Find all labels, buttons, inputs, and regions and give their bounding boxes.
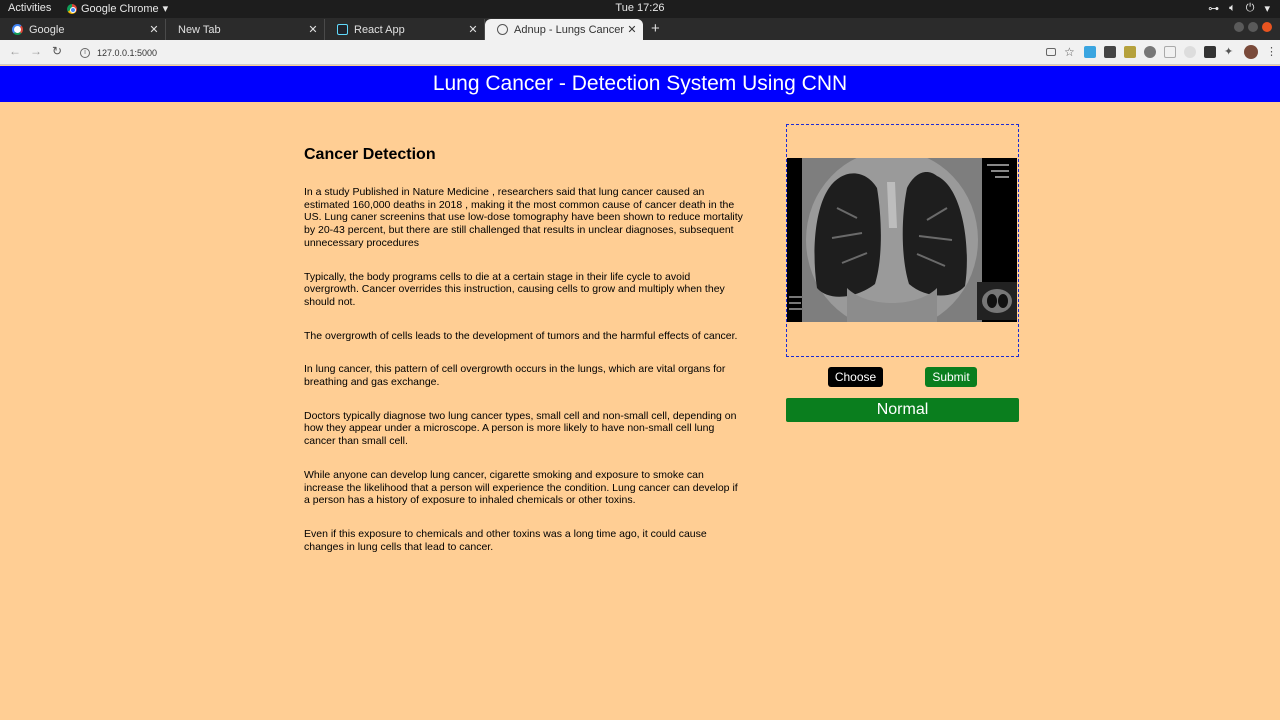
article-heading: Cancer Detection bbox=[304, 146, 436, 163]
reload-icon[interactable]: ↻ bbox=[52, 44, 62, 58]
article-paragraph: Even if this exposure to chemicals and o… bbox=[304, 527, 707, 553]
clock[interactable]: Tue 17:26 bbox=[0, 2, 1280, 14]
page-title: Lung Cancer - Detection System Using CNN bbox=[0, 66, 1280, 102]
close-icon[interactable]: ✕ bbox=[625, 23, 639, 36]
activities-button[interactable]: Activities bbox=[8, 2, 51, 14]
browser-toolbar: ← → ↻ i 127.0.0.1:5000 ☆ ✦ ⋮ bbox=[0, 40, 1280, 65]
article: Cancer Detection In a study Published in… bbox=[304, 144, 744, 574]
close-icon[interactable]: ✕ bbox=[466, 23, 480, 36]
extension-cube-icon[interactable] bbox=[1104, 46, 1116, 58]
ct-scan-image bbox=[787, 158, 1017, 322]
extension-square-icon[interactable] bbox=[1164, 46, 1176, 58]
puzzle-icon[interactable]: ✦ bbox=[1224, 46, 1236, 58]
maximize-icon[interactable] bbox=[1248, 22, 1258, 32]
system-top-bar: Activities Google Chrome ▾ Tue 17:26 ⊶ 🔈… bbox=[0, 0, 1280, 18]
prediction-result: Normal bbox=[786, 398, 1019, 422]
extension-translate-icon[interactable] bbox=[1084, 46, 1096, 58]
tab-google[interactable]: Google ✕ bbox=[0, 19, 166, 40]
volume-icon: 🔈︎ bbox=[1229, 2, 1236, 14]
chevron-down-icon: ▾ bbox=[1264, 3, 1270, 15]
tab-label: React App bbox=[354, 23, 405, 36]
close-icon[interactable]: ✕ bbox=[147, 23, 161, 36]
submit-button[interactable]: Submit bbox=[925, 367, 977, 387]
avatar[interactable] bbox=[1244, 45, 1258, 59]
image-drop-zone[interactable] bbox=[786, 124, 1019, 357]
react-icon bbox=[337, 24, 348, 35]
star-icon[interactable]: ☆ bbox=[1064, 46, 1076, 58]
tab-label: Google bbox=[29, 23, 65, 36]
window-controls bbox=[1234, 22, 1272, 32]
chrome-icon bbox=[67, 3, 77, 14]
tab-new-tab[interactable]: New Tab ✕ bbox=[166, 19, 325, 40]
google-icon bbox=[12, 24, 23, 35]
extension-jar-icon[interactable] bbox=[1124, 46, 1136, 58]
address-bar[interactable]: i 127.0.0.1:5000 bbox=[74, 43, 1064, 62]
article-paragraph: While anyone can develop lung cancer, ci… bbox=[304, 468, 738, 507]
power-icon: ⏻ bbox=[1245, 2, 1255, 14]
forward-arrow-icon[interactable]: → bbox=[30, 44, 42, 58]
tab-label: New Tab bbox=[178, 23, 221, 36]
tab-label: Adnup - Lungs Cancer Det bbox=[514, 23, 625, 36]
tab-react-app[interactable]: React App ✕ bbox=[325, 19, 485, 40]
minimize-icon[interactable] bbox=[1234, 22, 1244, 32]
extension-circle-icon[interactable] bbox=[1144, 46, 1156, 58]
network-icon: ⊶ bbox=[1208, 3, 1220, 15]
article-paragraph: Doctors typically diagnose two lung canc… bbox=[304, 409, 737, 448]
article-paragraph: In lung cancer, this pattern of cell ove… bbox=[304, 363, 726, 389]
chevron-down-icon: ▾ bbox=[162, 3, 169, 15]
system-tray[interactable]: ⊶ 🔈︎ ⏻ ▾ bbox=[1208, 2, 1270, 15]
app-menu[interactable]: Google Chrome ▾ bbox=[67, 2, 168, 15]
close-window-icon[interactable] bbox=[1262, 22, 1272, 32]
tab-adnup[interactable]: Adnup - Lungs Cancer Det ✕ bbox=[485, 19, 643, 40]
extension-n-icon[interactable] bbox=[1204, 46, 1216, 58]
more-menu-icon[interactable]: ⋮ bbox=[1266, 46, 1277, 58]
info-icon[interactable]: i bbox=[80, 47, 90, 58]
new-tab-button[interactable]: + bbox=[651, 20, 660, 38]
close-icon[interactable]: ✕ bbox=[306, 23, 320, 36]
toolbar-extensions: ☆ ✦ ⋮ bbox=[1046, 45, 1277, 59]
extension-face-icon[interactable] bbox=[1184, 46, 1196, 58]
globe-icon bbox=[497, 24, 508, 35]
url-text: 127.0.0.1:5000 bbox=[97, 47, 158, 58]
cast-icon[interactable] bbox=[1046, 48, 1056, 56]
app-menu-label: Google Chrome bbox=[81, 2, 159, 15]
article-paragraph: In a study Published in Nature Medicine … bbox=[304, 186, 743, 249]
tab-strip: Google ✕ New Tab ✕ React App ✕ Adnup - L… bbox=[0, 18, 1280, 40]
article-paragraph: The overgrowth of cells leads to the dev… bbox=[304, 329, 738, 342]
choose-button[interactable]: Choose bbox=[828, 367, 883, 387]
back-arrow-icon[interactable]: ← bbox=[9, 44, 21, 58]
article-paragraph: Typically, the body programs cells to di… bbox=[304, 270, 725, 308]
